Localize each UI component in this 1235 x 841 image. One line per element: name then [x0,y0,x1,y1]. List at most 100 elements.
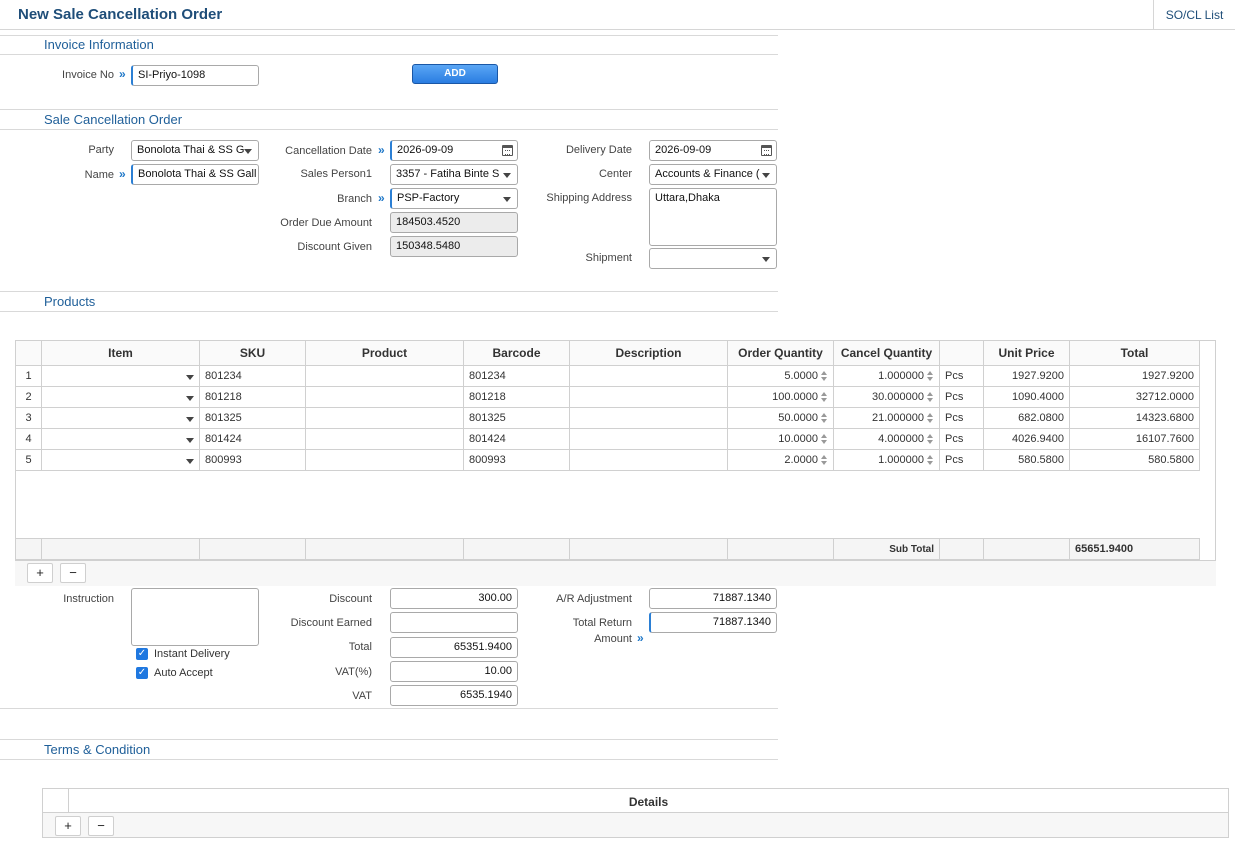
cancellation-date-input[interactable]: 2026-09-09 [390,140,518,161]
unit-price-cell[interactable]: 1090.4000 [983,386,1070,408]
cancel-qty-cell[interactable]: 1.000000 [833,449,940,471]
remove-row-button[interactable]: − [60,563,86,583]
item-select[interactable] [41,365,200,387]
stepper-icon[interactable] [820,454,828,466]
column-header[interactable] [939,340,984,366]
lookup-chevron-icon[interactable]: » [378,143,385,157]
order-qty-cell[interactable]: 2.0000 [727,449,834,471]
order-qty-cell[interactable]: 100.0000 [727,386,834,408]
barcode-cell[interactable]: 801424 [463,428,570,450]
instruction-input[interactable] [131,588,259,646]
barcode-cell[interactable]: 800993 [463,449,570,471]
column-header[interactable]: Barcode [463,340,570,366]
sku-cell[interactable]: 801234 [199,365,306,387]
description-cell[interactable] [569,428,728,450]
stepper-icon[interactable] [926,454,934,466]
calendar-icon[interactable] [761,145,772,156]
shipping-address-input[interactable]: Uttara,Dhaka [649,188,777,246]
column-header[interactable]: SKU [199,340,306,366]
table-row[interactable]: 3 801325 801325 50.0000 21.000000 Pcs 68… [15,407,1200,429]
item-select[interactable] [41,407,200,429]
product-cell[interactable] [305,365,464,387]
discount-earned-input[interactable] [390,612,518,633]
sku-cell[interactable]: 800993 [199,449,306,471]
barcode-cell[interactable]: 801325 [463,407,570,429]
description-cell[interactable] [569,365,728,387]
stepper-icon[interactable] [820,370,828,382]
delivery-date-input[interactable]: 2026-09-09 [649,140,777,161]
order-qty-cell[interactable]: 10.0000 [727,428,834,450]
stepper-icon[interactable] [926,412,934,424]
column-header[interactable]: Order Quantity [727,340,834,366]
product-cell[interactable] [305,449,464,471]
stepper-icon[interactable] [820,391,828,403]
sku-cell[interactable]: 801325 [199,407,306,429]
sales-person-select[interactable]: 3357 - Fatiha Binte S [390,164,518,185]
cancel-qty-cell[interactable]: 21.000000 [833,407,940,429]
unit-cell: Pcs [939,428,984,450]
lookup-chevron-icon[interactable]: » [119,167,126,181]
shipment-select[interactable] [649,248,777,269]
section-divider [0,291,778,292]
cancel-qty-cell[interactable]: 30.000000 [833,386,940,408]
auto-accept-checkbox[interactable]: ✓ [136,667,148,679]
table-row[interactable]: 4 801424 801424 10.0000 4.000000 Pcs 402… [15,428,1200,450]
row-number: 5 [15,449,42,471]
order-qty-cell[interactable]: 5.0000 [727,365,834,387]
calendar-icon[interactable] [502,145,513,156]
column-header[interactable]: Total [1069,340,1200,366]
name-input[interactable]: Bonolota Thai & SS Gall [131,164,259,185]
unit-price-cell[interactable]: 1927.9200 [983,365,1070,387]
product-cell[interactable] [305,428,464,450]
table-row[interactable]: 2 801218 801218 100.0000 30.000000 Pcs 1… [15,386,1200,408]
column-header[interactable]: Cancel Quantity [833,340,940,366]
lookup-chevron-icon[interactable]: » [119,67,126,81]
unit-price-cell[interactable]: 682.0800 [983,407,1070,429]
column-header[interactable]: Product [305,340,464,366]
table-row[interactable]: 1 801234 801234 5.0000 1.000000 Pcs 1927… [15,365,1200,387]
stepper-icon[interactable] [926,433,934,445]
branch-select[interactable]: PSP-Factory [390,188,518,209]
remove-term-button[interactable]: − [88,816,114,836]
vat-percent-input[interactable]: 10.00 [390,661,518,682]
lookup-chevron-icon[interactable]: » [637,631,644,645]
row-number: 1 [15,365,42,387]
center-select[interactable]: Accounts & Finance ( [649,164,777,185]
add-button[interactable]: ADD [412,64,498,84]
description-cell[interactable] [569,407,728,429]
add-row-button[interactable]: + [27,563,53,583]
details-column-header[interactable]: Details [69,789,1228,813]
stepper-icon[interactable] [820,412,828,424]
barcode-cell[interactable]: 801234 [463,365,570,387]
total-return-field[interactable]: 71887.1340 [649,612,777,633]
add-term-button[interactable]: + [55,816,81,836]
description-cell[interactable] [569,449,728,471]
product-cell[interactable] [305,386,464,408]
order-qty-cell[interactable]: 50.0000 [727,407,834,429]
item-select[interactable] [41,386,200,408]
description-cell[interactable] [569,386,728,408]
sku-cell[interactable]: 801218 [199,386,306,408]
column-header[interactable]: Unit Price [983,340,1070,366]
discount-input[interactable]: 300.00 [390,588,518,609]
cancel-qty-cell[interactable]: 1.000000 [833,365,940,387]
so-cl-list-link[interactable]: SO/CL List [1153,0,1235,29]
invoice-no-input[interactable]: SI-Priyo-1098 [131,65,259,86]
cancel-qty-cell[interactable]: 4.000000 [833,428,940,450]
stepper-icon[interactable] [926,391,934,403]
instant-delivery-checkbox[interactable]: ✓ [136,648,148,660]
table-row[interactable]: 5 800993 800993 2.0000 1.000000 Pcs 580.… [15,449,1200,471]
lookup-chevron-icon[interactable]: » [378,191,385,205]
sku-cell[interactable]: 801424 [199,428,306,450]
barcode-cell[interactable]: 801218 [463,386,570,408]
unit-price-cell[interactable]: 4026.9400 [983,428,1070,450]
column-header[interactable]: Item [41,340,200,366]
stepper-icon[interactable] [820,433,828,445]
column-header[interactable]: Description [569,340,728,366]
party-select[interactable]: Bonolota Thai & SS G [131,140,259,161]
item-select[interactable] [41,449,200,471]
stepper-icon[interactable] [926,370,934,382]
product-cell[interactable] [305,407,464,429]
unit-price-cell[interactable]: 580.5800 [983,449,1070,471]
item-select[interactable] [41,428,200,450]
